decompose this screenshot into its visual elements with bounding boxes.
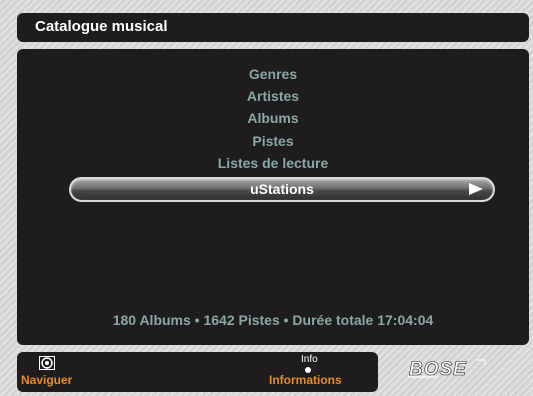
menu-item-albums[interactable]: Albums — [17, 110, 529, 127]
library-summary: 180 Albums • 1642 Pistes • Durée totale … — [112, 312, 434, 328]
menu-item-tracks[interactable]: Pistes — [17, 133, 529, 150]
music-catalog-panel: Genres Artistes Albums Pistes Listes de … — [17, 49, 529, 345]
play-arrow-icon — [469, 183, 483, 195]
bose-logo: BOSE — [407, 356, 497, 380]
navigate-icon — [39, 356, 55, 370]
page-title: Catalogue musical — [35, 18, 168, 35]
info-key-label: Info — [301, 354, 318, 365]
menu-item-ustations[interactable]: uStations — [69, 177, 495, 202]
menu-item-genres[interactable]: Genres — [17, 66, 529, 83]
informations-button[interactable]: Informations — [269, 373, 342, 387]
menu-item-playlists[interactable]: Listes de lecture — [17, 155, 529, 172]
title-bar: Catalogue musical — [17, 13, 529, 42]
bottom-controls: Naviguer Info Informations — [17, 352, 378, 392]
menu-item-artists[interactable]: Artistes — [17, 88, 529, 105]
navigate-button[interactable]: Naviguer — [21, 373, 72, 387]
menu-item-ustations-label: uStations — [250, 181, 314, 197]
